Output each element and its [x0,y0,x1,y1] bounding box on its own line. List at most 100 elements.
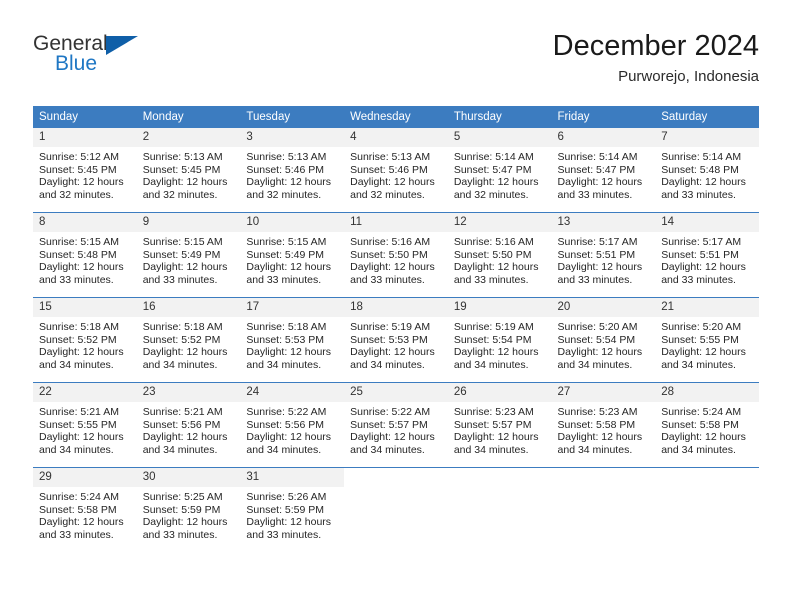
day-cell[interactable]: 6 Sunrise: 5:14 AM Sunset: 5:47 PM Dayli… [551,128,656,213]
weekday-header-thursday: Thursday [447,106,552,128]
daylight-text: Daylight: 12 hours and 33 minutes. [661,261,746,286]
day-details: Sunrise: 5:25 AM Sunset: 5:59 PM Dayligh… [137,487,241,541]
daylight-text: Daylight: 12 hours and 34 minutes. [557,431,643,456]
day-number: 21 [655,298,759,317]
day-cell[interactable]: 25 Sunrise: 5:22 AM Sunset: 5:57 PM Dayl… [344,382,448,468]
daylight-text: Daylight: 12 hours and 34 minutes. [350,346,435,371]
day-details: Sunrise: 5:16 AM Sunset: 5:50 PM Dayligh… [344,232,448,286]
sunrise-text: Sunrise: 5:17 AM [557,236,638,248]
day-cell[interactable]: 11 Sunrise: 5:16 AM Sunset: 5:50 PM Dayl… [344,212,448,298]
day-details: Sunrise: 5:22 AM Sunset: 5:57 PM Dayligh… [344,402,448,456]
daylight-text: Daylight: 12 hours and 32 minutes. [350,176,435,201]
day-number: 20 [551,298,656,317]
day-cell[interactable]: 18 Sunrise: 5:19 AM Sunset: 5:53 PM Dayl… [344,297,448,383]
daylight-text: Daylight: 12 hours and 34 minutes. [246,431,332,456]
day-cell[interactable]: 23 Sunrise: 5:21 AM Sunset: 5:56 PM Dayl… [136,382,241,468]
sunset-text: Sunset: 5:46 PM [350,163,428,176]
day-number: 18 [344,298,448,317]
daylight-text: Daylight: 12 hours and 34 minutes. [453,431,539,456]
sunset-text: Sunset: 5:52 PM [142,333,221,346]
daylight-text: Daylight: 12 hours and 34 minutes. [661,346,746,371]
day-cell[interactable]: 5 Sunrise: 5:14 AM Sunset: 5:47 PM Dayli… [447,128,552,213]
day-cell[interactable]: 21 Sunrise: 5:20 AM Sunset: 5:55 PM Dayl… [655,297,759,383]
calendar-table: Sunday Monday Tuesday Wednesday Thursday… [33,106,759,552]
day-cell[interactable]: 31 Sunrise: 5:26 AM Sunset: 5:59 PM Dayl… [240,467,345,552]
general-blue-logo[interactable]: General Blue [33,32,233,88]
day-number [344,468,448,487]
day-cell[interactable]: 29 Sunrise: 5:24 AM Sunset: 5:58 PM Dayl… [33,467,137,552]
day-cell[interactable]: 22 Sunrise: 5:21 AM Sunset: 5:55 PM Dayl… [33,382,137,468]
sunrise-text: Sunrise: 5:18 AM [142,321,223,333]
day-number: 6 [551,128,656,147]
day-number: 8 [33,213,137,232]
day-number: 1 [33,128,137,147]
day-cell[interactable]: 24 Sunrise: 5:22 AM Sunset: 5:56 PM Dayl… [240,382,345,468]
day-details: Sunrise: 5:14 AM Sunset: 5:48 PM Dayligh… [655,147,759,201]
day-number: 30 [136,468,241,487]
day-cell[interactable]: 27 Sunrise: 5:23 AM Sunset: 5:58 PM Dayl… [551,382,656,468]
sunrise-text: Sunrise: 5:22 AM [350,406,431,418]
daylight-text: Daylight: 12 hours and 33 minutes. [557,261,643,286]
day-number [447,468,552,487]
weekday-header-wednesday: Wednesday [344,106,448,128]
day-cell-empty [344,467,448,552]
day-cell[interactable]: 28 Sunrise: 5:24 AM Sunset: 5:58 PM Dayl… [655,382,759,468]
daylight-text: Daylight: 12 hours and 33 minutes. [39,261,124,286]
day-cell[interactable]: 7 Sunrise: 5:14 AM Sunset: 5:48 PM Dayli… [655,128,759,213]
daylight-text: Daylight: 12 hours and 34 minutes. [142,431,228,456]
day-number: 3 [240,128,345,147]
day-cell[interactable]: 16 Sunrise: 5:18 AM Sunset: 5:52 PM Dayl… [136,297,241,383]
day-cell[interactable]: 14 Sunrise: 5:17 AM Sunset: 5:51 PM Dayl… [655,212,759,298]
sunrise-text: Sunrise: 5:12 AM [39,151,119,163]
day-cell[interactable]: 30 Sunrise: 5:25 AM Sunset: 5:59 PM Dayl… [136,467,241,552]
day-number: 28 [655,383,759,402]
daylight-text: Daylight: 12 hours and 33 minutes. [246,516,332,541]
day-cell[interactable]: 17 Sunrise: 5:18 AM Sunset: 5:53 PM Dayl… [240,297,345,383]
day-cell-empty [551,467,656,552]
sunset-text: Sunset: 5:49 PM [246,248,325,261]
day-cell[interactable]: 1 Sunrise: 5:12 AM Sunset: 5:45 PM Dayli… [33,128,137,213]
day-number: 9 [136,213,241,232]
sunset-text: Sunset: 5:46 PM [246,163,325,176]
sunrise-text: Sunrise: 5:15 AM [142,236,223,248]
daylight-text: Daylight: 12 hours and 33 minutes. [453,261,539,286]
day-cell[interactable]: 3 Sunrise: 5:13 AM Sunset: 5:46 PM Dayli… [240,128,345,213]
day-cell[interactable]: 10 Sunrise: 5:15 AM Sunset: 5:49 PM Dayl… [240,212,345,298]
daylight-text: Daylight: 12 hours and 34 minutes. [661,431,746,456]
sunset-text: Sunset: 5:57 PM [453,418,532,431]
week-row: 29 Sunrise: 5:24 AM Sunset: 5:58 PM Dayl… [33,467,759,552]
day-cell[interactable]: 20 Sunrise: 5:20 AM Sunset: 5:54 PM Dayl… [551,297,656,383]
calendar-grid: Sunday Monday Tuesday Wednesday Thursday… [33,106,759,552]
daylight-text: Daylight: 12 hours and 34 minutes. [557,346,643,371]
day-cell[interactable]: 9 Sunrise: 5:15 AM Sunset: 5:49 PM Dayli… [136,212,241,298]
sunrise-text: Sunrise: 5:15 AM [39,236,119,248]
day-cell[interactable]: 15 Sunrise: 5:18 AM Sunset: 5:52 PM Dayl… [33,297,137,383]
sunrise-text: Sunrise: 5:16 AM [350,236,431,248]
day-cell[interactable]: 13 Sunrise: 5:17 AM Sunset: 5:51 PM Dayl… [551,212,656,298]
day-cell[interactable]: 12 Sunrise: 5:16 AM Sunset: 5:50 PM Dayl… [447,212,552,298]
day-cell[interactable]: 19 Sunrise: 5:19 AM Sunset: 5:54 PM Dayl… [447,297,552,383]
day-number [551,468,656,487]
sunset-text: Sunset: 5:50 PM [350,248,428,261]
sunset-text: Sunset: 5:56 PM [246,418,325,431]
week-row: 15 Sunrise: 5:18 AM Sunset: 5:52 PM Dayl… [33,297,759,383]
day-details: Sunrise: 5:20 AM Sunset: 5:54 PM Dayligh… [552,317,656,371]
daylight-text: Daylight: 12 hours and 34 minutes. [39,346,124,371]
location-subtitle: Purworejo, Indonesia [618,68,759,85]
sunset-text: Sunset: 5:53 PM [350,333,428,346]
day-number: 2 [136,128,241,147]
sunset-text: Sunset: 5:54 PM [453,333,532,346]
day-details: Sunrise: 5:17 AM Sunset: 5:51 PM Dayligh… [552,232,656,286]
day-cell[interactable]: 4 Sunrise: 5:13 AM Sunset: 5:46 PM Dayli… [344,128,448,213]
day-cell[interactable]: 26 Sunrise: 5:23 AM Sunset: 5:57 PM Dayl… [447,382,552,468]
triangle-icon [106,36,138,55]
daylight-text: Daylight: 12 hours and 34 minutes. [142,346,228,371]
sunset-text: Sunset: 5:45 PM [39,163,117,176]
day-details: Sunrise: 5:15 AM Sunset: 5:49 PM Dayligh… [240,232,344,286]
weekday-header-row: Sunday Monday Tuesday Wednesday Thursday… [33,106,759,128]
sunrise-text: Sunrise: 5:21 AM [142,406,223,418]
day-details: Sunrise: 5:14 AM Sunset: 5:47 PM Dayligh… [552,147,656,201]
day-cell[interactable]: 8 Sunrise: 5:15 AM Sunset: 5:48 PM Dayli… [33,212,137,298]
day-cell[interactable]: 2 Sunrise: 5:13 AM Sunset: 5:45 PM Dayli… [136,128,241,213]
week-row: 1 Sunrise: 5:12 AM Sunset: 5:45 PM Dayli… [33,128,759,213]
